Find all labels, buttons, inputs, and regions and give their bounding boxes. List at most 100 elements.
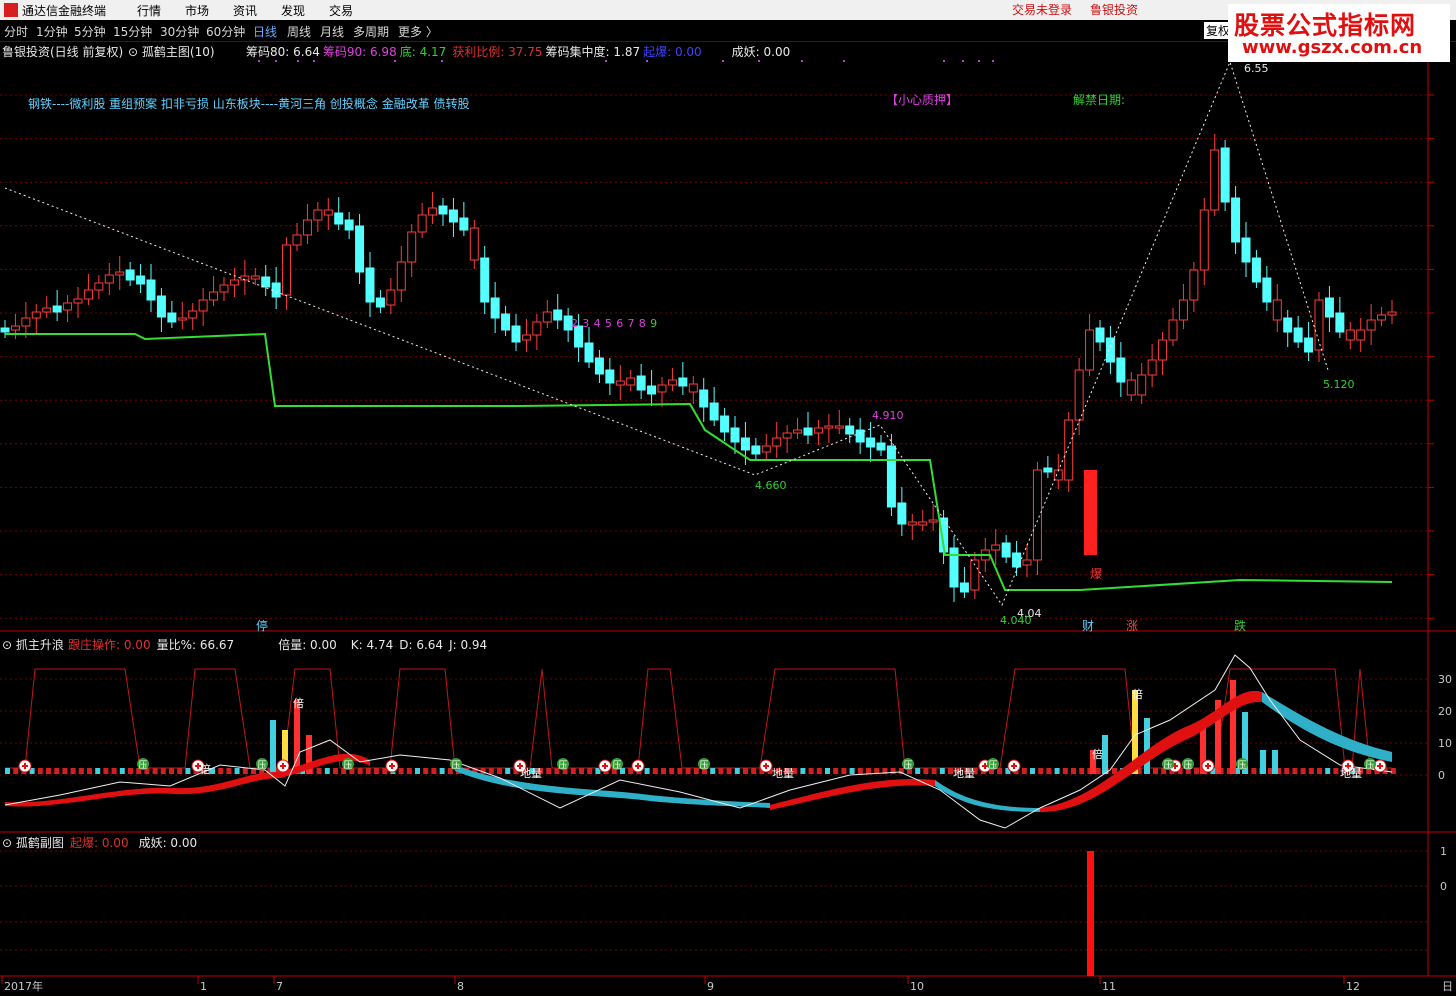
candle-body bbox=[375, 297, 385, 308]
sub2-header[interactable]: ⊙ 孤鹤副图 bbox=[2, 834, 64, 851]
candle-body bbox=[1345, 329, 1355, 341]
sub1-bar bbox=[734, 768, 740, 774]
main-indicator-name[interactable]: ⊙ 孤鹤主图(10) bbox=[128, 43, 215, 60]
sub1-bar bbox=[169, 768, 174, 774]
sub1-bar bbox=[1153, 768, 1158, 774]
sub1-bar bbox=[1079, 768, 1085, 774]
sub1-header[interactable]: ⊙ 抓主升浪 bbox=[2, 636, 64, 653]
sub1-bar bbox=[710, 768, 716, 774]
candle-body bbox=[501, 313, 511, 331]
sub1-bar bbox=[1071, 768, 1076, 774]
signal-dot bbox=[313, 60, 315, 62]
xaxis-right-label: 日 bbox=[1442, 980, 1453, 993]
xaxis-label-2: 7 bbox=[276, 980, 283, 993]
candle-body bbox=[1314, 299, 1324, 351]
candle-body bbox=[1168, 319, 1178, 341]
candle-body bbox=[344, 219, 354, 231]
signal-dot bbox=[943, 60, 945, 62]
sub1-bar bbox=[1021, 768, 1027, 774]
sub1-bar bbox=[177, 768, 183, 774]
sub1-bar bbox=[997, 768, 1003, 774]
candle-body bbox=[417, 214, 427, 233]
marker-bao: 爆 bbox=[1090, 567, 1102, 581]
sub1-tall-bar bbox=[270, 720, 276, 774]
candle-body bbox=[740, 437, 750, 451]
sub1-axis-label: 30 bbox=[1438, 673, 1452, 686]
candle-body bbox=[594, 357, 604, 375]
sub1-bar bbox=[488, 768, 494, 774]
sub1-bar bbox=[718, 768, 724, 774]
candle-body bbox=[720, 415, 730, 433]
candle-body bbox=[866, 437, 876, 448]
sub1-bar bbox=[857, 768, 863, 774]
xaxis-label-6: 11 bbox=[1102, 980, 1116, 993]
candle-body bbox=[334, 212, 344, 225]
candle-body bbox=[1053, 469, 1063, 481]
candle-body bbox=[1158, 339, 1168, 361]
xaxis-label-7: 12 bbox=[1346, 980, 1360, 993]
sub1-tall-bar bbox=[1144, 718, 1150, 774]
counter-digit: 8 bbox=[639, 317, 646, 330]
sub1-bar bbox=[1308, 768, 1314, 774]
sub1-bar bbox=[833, 768, 839, 774]
sub1-axis-label: 0 bbox=[1438, 769, 1445, 782]
sub1-bar bbox=[1317, 768, 1322, 774]
candle-body bbox=[667, 379, 677, 386]
sub2-axis-label: 0 bbox=[1440, 880, 1447, 893]
diliang-tag: 地量 bbox=[520, 767, 542, 780]
candle-body bbox=[928, 519, 938, 523]
bei-tag: 倍 bbox=[1132, 687, 1143, 701]
candle-body bbox=[177, 317, 187, 321]
sub2-toggle-icon[interactable]: ⊙ bbox=[2, 836, 12, 850]
ya-tag-text: 压 bbox=[138, 760, 147, 771]
candle-body bbox=[10, 325, 20, 331]
xaxis-label-0: 2017年 bbox=[4, 979, 43, 993]
sub1-bar bbox=[751, 768, 757, 774]
signal-dot bbox=[758, 60, 760, 62]
candle-body bbox=[1189, 269, 1199, 301]
candle-body bbox=[1147, 359, 1157, 376]
candle-body bbox=[876, 442, 886, 451]
sub1-bar bbox=[939, 768, 945, 774]
candle-body bbox=[605, 369, 615, 384]
candle-body bbox=[1377, 314, 1387, 321]
sub1-stats: 跟庄操作: 0.00 量比%: 66.67 倍量: 0.00 K: 4.74 D: 6.… bbox=[68, 636, 487, 653]
marker-zhang: 涨 bbox=[1126, 618, 1138, 633]
sub1-bar bbox=[242, 768, 248, 774]
zigzag-trendline bbox=[4, 60, 1329, 607]
sub1-toggle-icon[interactable]: ⊙ bbox=[2, 638, 12, 652]
candle-body bbox=[459, 217, 469, 231]
stat-sub1-stats-4: D: 6.64 bbox=[399, 638, 444, 652]
candle-body bbox=[323, 209, 333, 216]
candle-body bbox=[1137, 374, 1147, 396]
candle-body bbox=[73, 298, 83, 304]
candle-body bbox=[699, 389, 709, 408]
candle-body bbox=[1231, 197, 1241, 243]
sub1-bar bbox=[218, 768, 224, 774]
signal-dot bbox=[646, 60, 648, 62]
ya-tag-text: 压 bbox=[903, 760, 912, 771]
sub1-bar bbox=[1390, 768, 1396, 774]
candle-body bbox=[1001, 542, 1011, 558]
sub1-bar bbox=[374, 768, 379, 774]
candle-body bbox=[678, 377, 688, 387]
kline-chart[interactable]: 3020100106.554.6604.9104.044.0405.1202 3 4… bbox=[0, 0, 1456, 996]
bei-tag: 倍 bbox=[200, 762, 211, 776]
candle-body bbox=[918, 521, 928, 526]
sub1-red-ribbon-2 bbox=[770, 779, 935, 810]
candle-body bbox=[1085, 329, 1095, 371]
sub1-bar bbox=[923, 768, 929, 774]
candle-body bbox=[1126, 379, 1136, 396]
candle-body bbox=[907, 521, 917, 526]
ya-tag-text: 压 bbox=[1163, 760, 1172, 771]
bei-tag: 倍 bbox=[1092, 747, 1103, 761]
stat-main-stats-0: 筹码80: 6.64 bbox=[246, 45, 320, 59]
sub1-bar bbox=[866, 768, 871, 774]
candle-body bbox=[448, 209, 458, 223]
sub1-bar bbox=[431, 768, 437, 774]
sub1-cyan-ribbon-3 bbox=[1262, 692, 1392, 762]
candle-body bbox=[1022, 559, 1032, 566]
candle-body bbox=[709, 402, 719, 421]
candle-body bbox=[302, 219, 312, 236]
indicator-toggle-icon[interactable]: ⊙ bbox=[128, 45, 138, 59]
